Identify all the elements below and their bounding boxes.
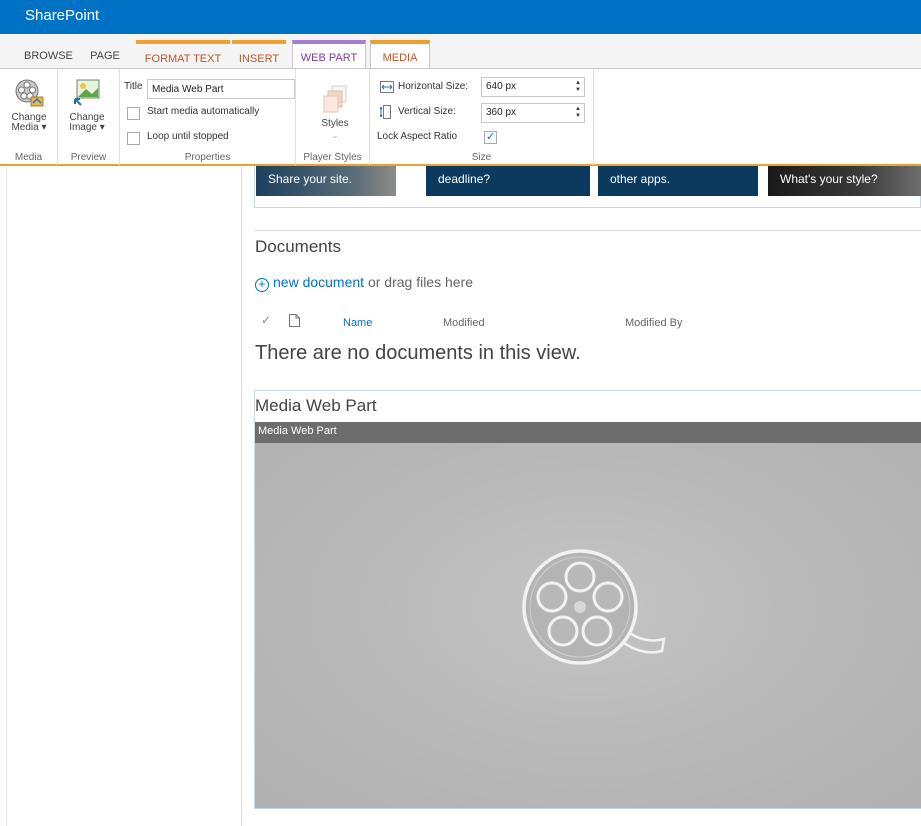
tab-browse[interactable]: BROWSE: [24, 44, 73, 68]
brand-link[interactable]: SharePoint: [25, 7, 99, 24]
tab-insert[interactable]: INSERT: [232, 40, 286, 68]
film-reel-placeholder-icon: [512, 545, 672, 675]
media-webpart-title[interactable]: Media Web Part: [255, 396, 377, 416]
media-group: Change Media ▾ Media: [0, 69, 58, 165]
change-image-button[interactable]: Change Image ▾: [68, 77, 106, 133]
size-group-label: Size: [471, 152, 492, 163]
add-circle-icon[interactable]: +: [255, 278, 269, 292]
new-document-row: + new document or drag files here: [255, 274, 473, 292]
ribbon-tab-row: BROWSE PAGE FORMAT TEXT INSERT WEB PART …: [0, 34, 921, 69]
new-document-link[interactable]: new document: [273, 274, 364, 290]
promo-tile-style[interactable]: What's your style?: [768, 166, 921, 196]
properties-group: Title Start media automatically Loop unt…: [120, 69, 296, 165]
media-player-title-bar: Media Web Part: [255, 422, 921, 443]
ribbon: Change Media ▾ Media Change Image ▾ Prev…: [0, 68, 921, 166]
vertical-size-input[interactable]: 360 px ▲ ▼: [481, 103, 585, 123]
vertical-size-icon: [379, 105, 394, 122]
vertical-size-label: Vertical Size:: [398, 106, 456, 117]
preview-group-label: Preview: [70, 152, 107, 163]
empty-view-message: There are no documents in this view.: [255, 342, 581, 364]
tab-media[interactable]: MEDIA: [370, 40, 430, 69]
column-header-modified-by[interactable]: Modified By: [625, 317, 682, 329]
picture-icon: [71, 77, 103, 109]
styles-button[interactable]: Styles ⌄: [316, 83, 354, 141]
promo-tile-share[interactable]: Share your site.: [256, 166, 396, 196]
horizontal-size-spinner[interactable]: ▲ ▼: [574, 80, 582, 94]
drag-files-hint: or drag files here: [364, 274, 474, 290]
suite-bar: SharePoint: [0, 0, 921, 34]
tab-web-part[interactable]: WEB PART: [292, 40, 366, 69]
media-group-label: Media: [14, 152, 43, 163]
column-header-name[interactable]: Name: [343, 317, 372, 329]
promo-tile-apps[interactable]: other apps.: [598, 166, 758, 196]
lock-aspect-ratio-checkbox[interactable]: [484, 130, 497, 144]
film-reel-icon: [13, 77, 45, 109]
documents-title[interactable]: Documents: [255, 237, 341, 257]
properties-group-label: Properties: [184, 152, 231, 163]
horizontal-size-input[interactable]: 640 px ▲ ▼: [481, 77, 585, 97]
title-input[interactable]: [147, 79, 295, 99]
lock-aspect-ratio-label: Lock Aspect Ratio: [377, 131, 458, 142]
vertical-size-spinner[interactable]: ▲ ▼: [574, 106, 582, 120]
start-automatically-label: Start media automatically: [147, 106, 260, 117]
horizontal-size-label: Horizontal Size:: [398, 81, 469, 92]
styles-icon: [319, 83, 351, 115]
tab-format-text[interactable]: FORMAT TEXT: [136, 40, 230, 68]
title-label: Title: [124, 81, 143, 92]
tab-page[interactable]: PAGE: [86, 44, 124, 68]
promo-tile-deadline[interactable]: deadline?: [426, 166, 590, 196]
loop-checkbox[interactable]: [127, 132, 140, 145]
start-automatically-checkbox[interactable]: [127, 107, 140, 120]
change-media-button[interactable]: Change Media ▾: [10, 77, 48, 133]
player-styles-group: Styles ⌄ Player Styles: [296, 69, 370, 165]
document-type-icon: [289, 314, 300, 330]
horizontal-size-icon: [380, 81, 394, 96]
column-header-modified[interactable]: Modified: [443, 317, 485, 329]
left-navigation: [0, 166, 242, 826]
preview-group: Change Image ▾ Preview: [58, 69, 120, 165]
player-styles-group-label: Player Styles: [303, 152, 362, 163]
size-group: Horizontal Size: 640 px ▲ ▼ Vertical Size…: [370, 69, 594, 165]
select-all-checkmark-icon[interactable]: ✓: [261, 313, 271, 327]
left-divider: [6, 166, 7, 826]
loop-label: Loop until stopped: [147, 131, 229, 142]
